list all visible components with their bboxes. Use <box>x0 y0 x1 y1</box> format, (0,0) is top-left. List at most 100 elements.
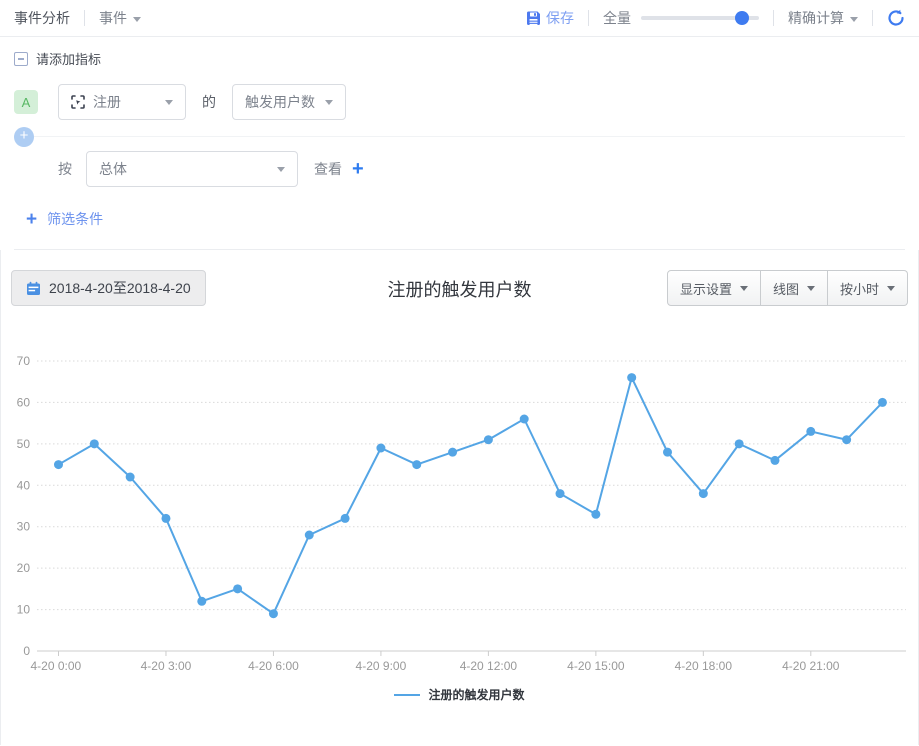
breadcrumb: 事件分析 <box>14 8 70 28</box>
line-chart: 0 10 20 30 40 50 60 70 4-20 0:00 4-20 3:00 4-20 6:… <box>1 330 918 680</box>
top-toolbar: 事件分析 事件 保存 全量 精确计算 <box>0 0 919 37</box>
y-axis-tick-label: 0 <box>23 644 30 658</box>
event-menu-dropdown[interactable]: 事件 <box>99 8 141 28</box>
view-label: 查看 <box>314 159 342 179</box>
data-point[interactable] <box>90 439 99 448</box>
granularity-label: 按小时 <box>840 279 879 298</box>
display-settings-dropdown[interactable]: 显示设置 <box>667 270 761 306</box>
group-by-value: 总体 <box>99 159 127 179</box>
collapse-icon[interactable] <box>14 52 28 66</box>
metric-row: A 注册 的 触发用户数 <box>14 84 905 120</box>
data-point[interactable] <box>591 510 600 519</box>
save-icon <box>526 11 541 26</box>
x-axis-tick-label: 4-20 18:00 <box>675 659 733 673</box>
group-by-label: 按 <box>58 159 72 179</box>
toolbar-divider <box>773 10 774 26</box>
event-menu-label: 事件 <box>99 10 127 26</box>
y-axis-tick-label: 20 <box>17 561 31 575</box>
chevron-down-icon <box>277 167 285 172</box>
data-point[interactable] <box>520 415 529 424</box>
chart-type-label: 线图 <box>773 279 799 298</box>
group-by-dropdown[interactable]: 总体 <box>86 151 298 187</box>
add-metric-button[interactable]: + <box>14 127 34 147</box>
data-point[interactable] <box>699 489 708 498</box>
data-point[interactable] <box>806 427 815 436</box>
x-axis-tick-label: 4-20 21:00 <box>782 659 840 673</box>
chart-header: 2018-4-20至2018-4-20 注册的触发用户数 显示设置 线图 按小时 <box>1 250 918 330</box>
chart-panel: 2018-4-20至2018-4-20 注册的触发用户数 显示设置 线图 按小时… <box>0 250 919 745</box>
data-point[interactable] <box>842 435 851 444</box>
display-settings-label: 显示设置 <box>680 279 732 298</box>
sample-rate-label: 全量 <box>603 8 631 28</box>
data-point[interactable] <box>484 435 493 444</box>
data-point[interactable] <box>54 460 63 469</box>
y-axis-tick-label: 40 <box>17 478 31 492</box>
event-select-dropdown[interactable]: 注册 <box>58 84 186 120</box>
y-axis-tick-label: 70 <box>17 354 31 368</box>
data-point[interactable] <box>448 448 457 457</box>
data-point[interactable] <box>556 489 565 498</box>
measure-select-value: 触发用户数 <box>245 92 315 112</box>
granularity-dropdown[interactable]: 按小时 <box>828 270 908 306</box>
chart-settings-group: 显示设置 线图 按小时 <box>667 270 908 306</box>
calc-mode-label: 精确计算 <box>788 10 844 26</box>
save-label: 保存 <box>546 8 574 28</box>
measure-select-dropdown[interactable]: 触发用户数 <box>232 84 346 120</box>
y-axis-tick-label: 60 <box>17 395 31 409</box>
chart-legend[interactable]: 注册的触发用户数 <box>1 686 918 703</box>
data-point[interactable] <box>341 514 350 523</box>
event-select-value: 注册 <box>93 92 121 112</box>
add-filter-plus-icon[interactable]: + <box>26 210 37 229</box>
slider-thumb[interactable] <box>735 11 749 25</box>
calc-mode-dropdown[interactable]: 精确计算 <box>788 8 858 28</box>
data-point[interactable] <box>878 398 887 407</box>
chevron-down-icon <box>740 286 748 291</box>
data-point[interactable] <box>663 448 672 457</box>
save-button[interactable]: 保存 <box>526 8 574 28</box>
chevron-down-icon <box>133 17 141 22</box>
filter-row: + 筛选条件 <box>14 187 905 250</box>
data-point[interactable] <box>627 373 636 382</box>
y-axis-tick-label: 30 <box>17 520 31 534</box>
metric-badge: A <box>14 90 38 114</box>
data-point[interactable] <box>161 514 170 523</box>
query-builder-panel: 请添加指标 A 注册 的 触发用户数 + 按 总体 <box>0 37 919 250</box>
data-point[interactable] <box>735 439 744 448</box>
series-line <box>59 378 883 614</box>
x-axis-tick-label: 4-20 3:00 <box>141 659 192 673</box>
y-axis-tick-label: 10 <box>17 603 31 617</box>
data-point[interactable] <box>376 444 385 453</box>
sample-rate-slider[interactable] <box>641 16 759 20</box>
metrics-header-label: 请添加指标 <box>36 49 101 68</box>
toolbar-divider <box>588 10 589 26</box>
chevron-down-icon <box>165 100 173 105</box>
x-axis-tick-label: 4-20 9:00 <box>356 659 407 673</box>
legend-label: 注册的触发用户数 <box>428 686 524 703</box>
event-scan-icon <box>71 95 85 109</box>
y-axis-tick-label: 50 <box>17 437 31 451</box>
data-point[interactable] <box>126 473 135 482</box>
refresh-button[interactable] <box>887 9 905 27</box>
x-axis-tick-label: 4-20 0:00 <box>31 659 82 673</box>
data-point[interactable] <box>770 456 779 465</box>
data-point[interactable] <box>197 597 206 606</box>
chevron-down-icon <box>850 17 858 22</box>
chevron-down-icon <box>887 286 895 291</box>
add-filter-link[interactable]: 筛选条件 <box>47 209 103 229</box>
data-point[interactable] <box>233 584 242 593</box>
toolbar-divider <box>84 10 85 26</box>
data-point[interactable] <box>269 609 278 618</box>
connector-label: 的 <box>202 92 216 112</box>
refresh-icon <box>887 9 905 27</box>
x-axis-tick-label: 4-20 12:00 <box>460 659 518 673</box>
group-by-row: 按 总体 查看 + <box>58 151 905 187</box>
x-axis-tick-label: 4-20 15:00 <box>567 659 625 673</box>
toolbar-divider <box>872 10 873 26</box>
chart-type-dropdown[interactable]: 线图 <box>761 270 828 306</box>
add-group-by-button[interactable]: + <box>352 159 364 179</box>
data-point[interactable] <box>305 531 314 540</box>
x-axis-tick-label: 4-20 6:00 <box>248 659 299 673</box>
chevron-down-icon <box>325 100 333 105</box>
legend-line-swatch <box>394 694 420 696</box>
data-point[interactable] <box>412 460 421 469</box>
